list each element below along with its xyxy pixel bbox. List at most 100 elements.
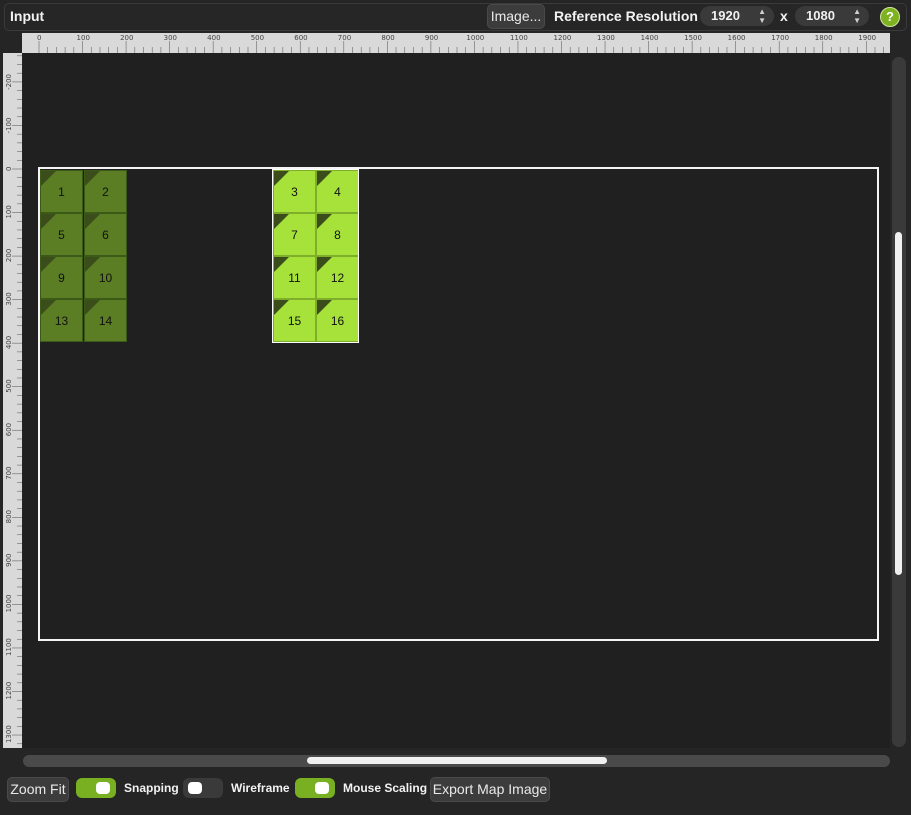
help-icon[interactable]: ? (880, 7, 900, 27)
corner-marker-icon (85, 257, 100, 272)
ruler-label: 200 (5, 249, 13, 262)
ruler-label: 1000 (5, 595, 13, 613)
ruler-label: -200 (5, 74, 13, 90)
corner-marker-icon (274, 171, 289, 186)
ruler-label: 900 (5, 554, 13, 567)
ruler-label: 1400 (641, 34, 659, 42)
wireframe-label: Wireframe (231, 781, 290, 795)
ruler-label: 700 (338, 34, 351, 42)
vertical-scrollbar[interactable] (892, 57, 906, 747)
width-value: 1920 (711, 8, 740, 23)
screen-tile[interactable]: 15 (273, 299, 316, 342)
horizontal-ruler: 0 100 200 300 400 500 600 700 800 900 1000 1100 1200… (22, 33, 890, 53)
ruler-label: 1800 (815, 34, 833, 42)
toggle-knob (315, 782, 329, 794)
screen-tile[interactable]: 1 (40, 170, 83, 213)
snapping-label: Snapping (124, 781, 179, 795)
horizontal-scrollbar[interactable] (23, 755, 890, 767)
tile-label: 8 (334, 228, 341, 242)
reference-resolution-label: Reference Resolution (554, 8, 698, 24)
corner-marker-icon (41, 300, 56, 315)
horizontal-scroll-thumb[interactable] (307, 757, 607, 764)
corner-marker-icon (317, 257, 332, 272)
ruler-label: 1300 (5, 725, 13, 743)
x-separator: x (780, 8, 788, 24)
toggle-knob (188, 782, 202, 794)
screen-tile[interactable]: 4 (316, 170, 359, 213)
screen-tile[interactable]: 11 (273, 256, 316, 299)
ruler-label: 800 (5, 510, 13, 523)
ruler-label: 0 (5, 167, 13, 171)
export-label: Export Map Image (432, 781, 548, 797)
screen-tile[interactable]: 8 (316, 213, 359, 256)
ruler-label: 1100 (510, 34, 528, 42)
ruler-label: 200 (120, 34, 133, 42)
ruler-label: 1100 (5, 638, 13, 656)
zoom-fit-button[interactable]: Zoom Fit (7, 777, 69, 802)
tile-label: 6 (102, 228, 109, 242)
spinner-arrows-icon[interactable]: ▲ ▼ (758, 7, 766, 25)
ruler-label: 400 (5, 336, 13, 349)
screen-tile[interactable]: 9 (40, 256, 83, 299)
tile-label: 7 (291, 228, 298, 242)
ruler-label: 1900 (858, 34, 876, 42)
image-button-label: Image... (490, 8, 542, 24)
ruler-label: 300 (164, 34, 177, 42)
ruler-label: 1700 (771, 34, 789, 42)
ruler-label: 1500 (684, 34, 702, 42)
corner-marker-icon (85, 300, 100, 315)
tile-label: 15 (287, 314, 302, 328)
tile-label: 1 (58, 185, 65, 199)
screen-tile[interactable]: 3 (273, 170, 316, 213)
screen-tile[interactable]: 7 (273, 213, 316, 256)
ruler-label: 400 (207, 34, 220, 42)
tile-label: 14 (98, 314, 113, 328)
corner-marker-icon (41, 214, 56, 229)
screen-tile[interactable]: 16 (316, 299, 359, 342)
corner-marker-icon (85, 214, 100, 229)
ruler-label: -100 (5, 118, 13, 134)
tile-label: 13 (54, 314, 69, 328)
ruler-label: 100 (5, 205, 13, 218)
image-button[interactable]: Image... (487, 4, 545, 29)
corner-marker-icon (41, 257, 56, 272)
mouse-scaling-toggle[interactable] (295, 778, 335, 798)
screen-tile[interactable]: 5 (40, 213, 83, 256)
vertical-ruler: -200 -100 0 100 200 300 400 500 600 700 800 900 1000… (3, 53, 22, 748)
ruler-label: 600 (5, 423, 13, 436)
width-spinner[interactable]: 1920 ▲ ▼ (700, 6, 774, 26)
screen-tile[interactable]: 12 (316, 256, 359, 299)
ruler-label: 1200 (5, 682, 13, 700)
tile-label: 3 (291, 185, 298, 199)
wireframe-toggle[interactable] (183, 778, 223, 798)
ruler-label: 500 (5, 379, 13, 392)
toggle-knob (96, 782, 110, 794)
ruler-label: 300 (5, 292, 13, 305)
tile-label: 2 (102, 185, 109, 199)
tile-label: 12 (330, 271, 345, 285)
screen-tile[interactable]: 13 (40, 299, 83, 342)
ruler-label: 900 (425, 34, 438, 42)
zoom-fit-label: Zoom Fit (10, 781, 66, 797)
ruler-label: 800 (381, 34, 394, 42)
spinner-arrows-icon[interactable]: ▲ ▼ (853, 7, 861, 25)
corner-marker-icon (41, 171, 56, 186)
ruler-label: 700 (5, 466, 13, 479)
corner-marker-icon (317, 171, 332, 186)
tile-label: 5 (58, 228, 65, 242)
ruler-label: 600 (294, 34, 307, 42)
height-spinner[interactable]: 1080 ▲ ▼ (795, 6, 869, 26)
snapping-toggle[interactable] (76, 778, 116, 798)
screen-tile[interactable]: 2 (84, 170, 127, 213)
vertical-scroll-thumb[interactable] (895, 232, 902, 575)
export-map-image-button[interactable]: Export Map Image (430, 777, 550, 802)
ruler-label: 1300 (597, 34, 615, 42)
corner-marker-icon (274, 300, 289, 315)
ruler-label: 1600 (728, 34, 746, 42)
corner-marker-icon (317, 214, 332, 229)
corner-marker-icon (317, 300, 332, 315)
screen-tile[interactable]: 6 (84, 213, 127, 256)
screen-tile[interactable]: 14 (84, 299, 127, 342)
ruler-label: 1200 (554, 34, 572, 42)
screen-tile[interactable]: 10 (84, 256, 127, 299)
